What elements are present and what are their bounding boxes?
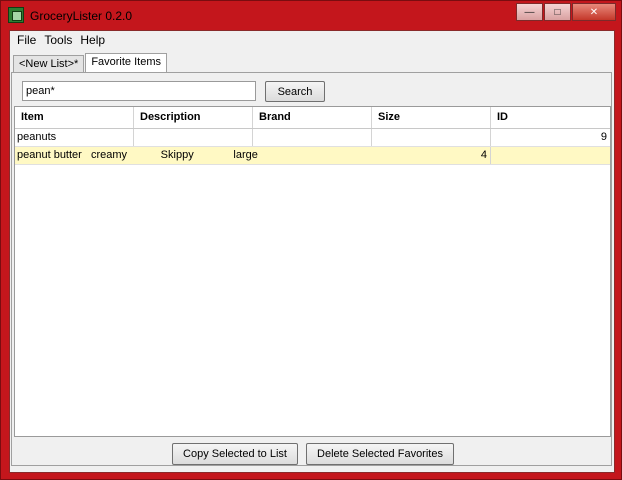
tab-favorite-items[interactable]: Favorite Items (85, 53, 167, 73)
cell-size[interactable] (372, 129, 491, 146)
column-header-item[interactable]: Item (15, 107, 134, 128)
search-input[interactable] (22, 81, 256, 101)
table-row-selected[interactable]: peanut butter creamy Skippy large 4 (15, 147, 610, 165)
cell-brand[interactable] (253, 129, 372, 146)
app-window: GroceryLister 0.2.0 — □ ✕ File Tools Hel… (0, 0, 622, 480)
cell-merged-text[interactable]: peanut butter creamy Skippy large (15, 147, 372, 164)
menu-tools[interactable]: Tools (40, 33, 76, 47)
table-row[interactable]: peanuts 9 (15, 129, 610, 147)
table-header: Item Description Brand Size ID (15, 107, 610, 129)
cell-description[interactable] (134, 129, 253, 146)
menu-bar: File Tools Help (10, 31, 614, 49)
close-button[interactable]: ✕ (572, 3, 616, 21)
column-header-id[interactable]: ID (491, 107, 610, 128)
tab-new-list[interactable]: <New List>* (13, 55, 85, 73)
window-controls: — □ ✕ (515, 3, 616, 21)
window-title: GroceryLister 0.2.0 (30, 9, 133, 23)
column-header-brand[interactable]: Brand (253, 107, 372, 128)
menu-help[interactable]: Help (76, 33, 109, 47)
client-area: File Tools Help <New List>* Favorite Ite… (9, 30, 615, 473)
tab-strip: <New List>* Favorite Items (13, 53, 168, 73)
cell-id[interactable]: 9 (491, 129, 610, 146)
title-bar[interactable]: GroceryLister 0.2.0 — □ ✕ (1, 1, 621, 29)
search-button[interactable]: Search (265, 81, 325, 102)
column-header-size[interactable]: Size (372, 107, 491, 128)
copy-selected-button[interactable]: Copy Selected to List (172, 443, 298, 465)
app-icon (8, 7, 24, 23)
cell-item[interactable]: peanuts (15, 129, 134, 146)
delete-favorites-button[interactable]: Delete Selected Favorites (306, 443, 454, 465)
favorites-panel: Search Item Description Brand Size ID pe… (11, 72, 612, 466)
column-header-description[interactable]: Description (134, 107, 253, 128)
minimize-button[interactable]: — (516, 3, 543, 21)
favorites-table: Item Description Brand Size ID peanuts 9… (14, 106, 611, 437)
cell-empty[interactable] (491, 147, 610, 164)
cell-id[interactable]: 4 (372, 147, 491, 164)
menu-file[interactable]: File (13, 33, 40, 47)
maximize-button[interactable]: □ (544, 3, 571, 21)
